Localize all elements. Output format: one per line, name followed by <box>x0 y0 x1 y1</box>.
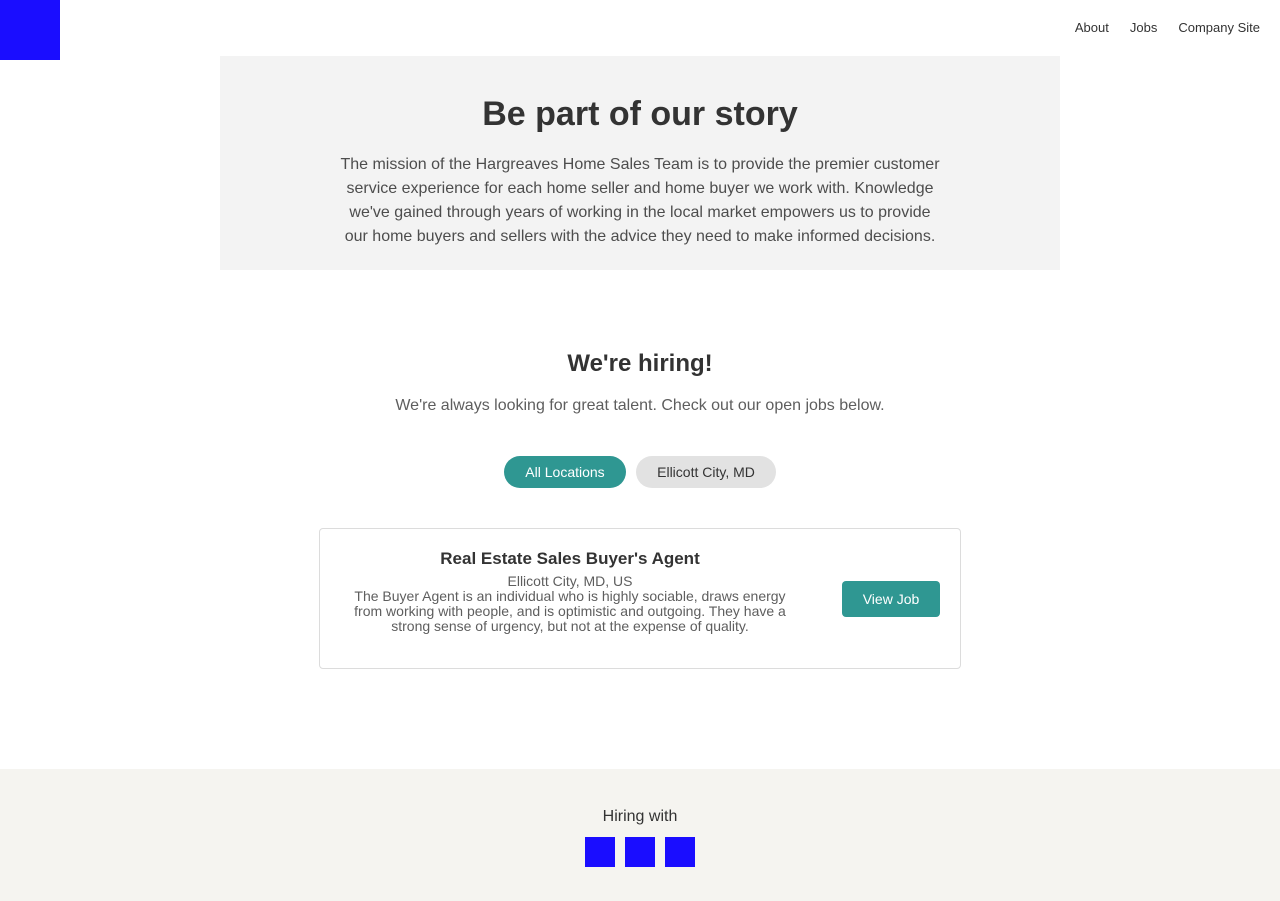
careers-page: About Jobs Company Site Be part of our s… <box>0 0 1280 901</box>
job-description: The Buyer Agent is an individual who is … <box>354 588 786 634</box>
job-info: Real Estate Sales Buyer's Agent Ellicott… <box>340 547 800 634</box>
partner-logo-icon[interactable] <box>625 837 655 867</box>
job-location: Ellicott City, MD, US <box>507 573 633 589</box>
footer-hiring-label: Hiring with <box>602 808 678 825</box>
company-logo-icon[interactable] <box>0 0 60 60</box>
filter-ellicott-city[interactable]: Ellicott City, MD <box>636 456 776 488</box>
location-filters: All Locations Ellicott City, MD <box>0 456 1280 488</box>
job-title[interactable]: Real Estate Sales Buyer's Agent <box>340 547 800 571</box>
job-card: Real Estate Sales Buyer's Agent Ellicott… <box>319 528 961 669</box>
nav-link-company-site[interactable]: Company Site <box>1178 19 1260 37</box>
footer: Hiring with <box>0 769 1280 901</box>
hero-section: Be part of our story The mission of the … <box>220 56 1060 270</box>
filter-all-locations[interactable]: All Locations <box>504 456 626 488</box>
hiring-subtitle: We're always looking for great talent. C… <box>395 397 885 414</box>
nav-link-jobs[interactable]: Jobs <box>1130 19 1157 37</box>
partner-logo-icon[interactable] <box>665 837 695 867</box>
footer-partner-logos <box>0 837 1280 867</box>
hero-title: Be part of our story <box>482 95 798 133</box>
hiring-title: We're hiring! <box>567 350 713 377</box>
nav-link-about[interactable]: About <box>1075 19 1109 37</box>
view-job-button[interactable]: View Job <box>842 581 940 617</box>
partner-logo-icon[interactable] <box>585 837 615 867</box>
top-navigation: About Jobs Company Site <box>1075 19 1260 37</box>
hero-description: The mission of the Hargreaves Home Sales… <box>340 156 940 245</box>
